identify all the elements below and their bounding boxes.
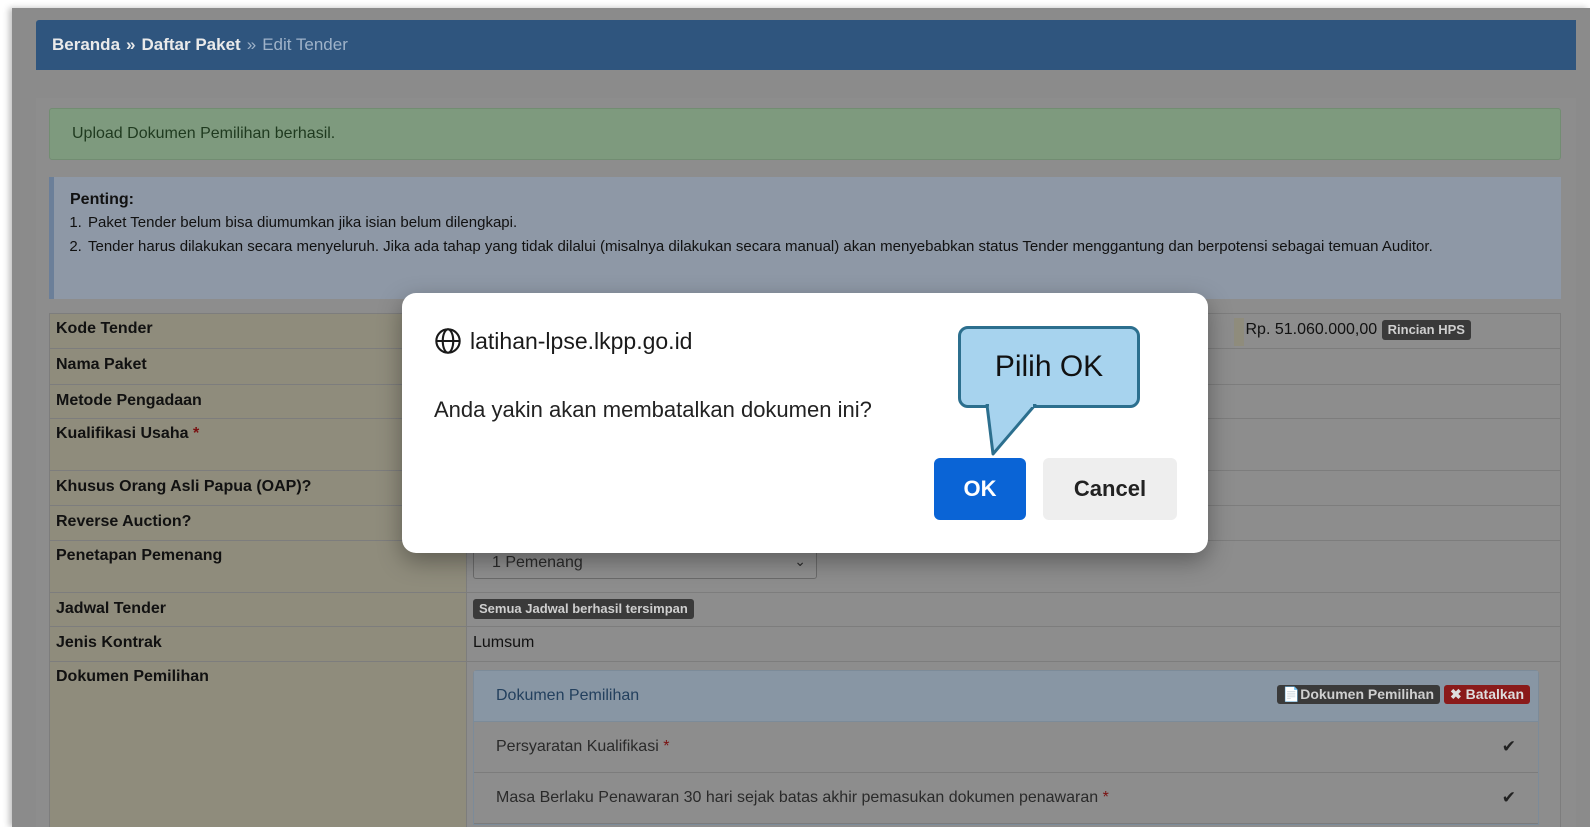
success-alert: Upload Dokumen Pemilihan berhasil.: [49, 108, 1561, 160]
label-jadwal-tender: Jadwal Tender: [49, 592, 467, 627]
panel-title: Dokumen Pemilihan: [496, 687, 640, 704]
hps-value: Rp. 51.060.000,00: [1245, 320, 1378, 338]
info-alert-title: Penting:: [70, 191, 134, 208]
panel-heading: Dokumen Pemilihan 📄Dokumen Pemilihan ✖ B…: [474, 671, 1538, 722]
batalkan-button[interactable]: ✖ Batalkan: [1444, 685, 1530, 704]
info-alert: Penting: Paket Tender belum bisa diumumk…: [49, 177, 1561, 299]
label-dokumen-pemilihan: Dokumen Pemilihan: [49, 661, 467, 827]
dokumen-pemilihan-button[interactable]: 📄Dokumen Pemilihan: [1276, 685, 1441, 704]
callout-tail: [985, 404, 1037, 456]
check-icon: ✔: [1501, 737, 1516, 756]
value-jenis-kontrak: Lumsum: [466, 626, 1561, 662]
dokumen-pemilihan-panel: Dokumen Pemilihan 📄Dokumen Pemilihan ✖ B…: [473, 670, 1539, 825]
jadwal-status-badge[interactable]: Semua Jadwal berhasil tersimpan: [473, 599, 694, 619]
label-jenis-kontrak: Jenis Kontrak: [49, 626, 467, 662]
label-penetapan-pemenang: Penetapan Pemenang: [49, 540, 467, 593]
check-icon: ✔: [1501, 788, 1516, 807]
breadcrumb: Beranda » Daftar Paket » Edit Tender: [36, 20, 1576, 70]
list-item[interactable]: Masa Berlaku Penawaran 30 hari sejak bat…: [474, 773, 1538, 824]
value-dokumen-pemilihan: Dokumen Pemilihan 📄Dokumen Pemilihan ✖ B…: [466, 661, 1561, 827]
info-alert-item: Tender harus dilakukan secara menyeluruh…: [86, 235, 1561, 259]
breadcrumb-daftar-paket[interactable]: Daftar Paket: [142, 35, 241, 55]
chevron-down-icon: ⌄: [794, 553, 806, 569]
cancel-button[interactable]: Cancel: [1043, 458, 1177, 520]
list-item[interactable]: Persyaratan Kualifikasi * ✔: [474, 722, 1538, 773]
penetapan-pemenang-selected: 1 Pemenang: [492, 554, 583, 571]
info-alert-item: Paket Tender belum bisa diumumkan jika i…: [86, 211, 1561, 235]
value-jadwal-tender: Semua Jadwal berhasil tersimpan: [466, 592, 1561, 627]
callout-annotation: Pilih OK: [958, 326, 1140, 408]
ok-button[interactable]: OK: [934, 458, 1026, 520]
info-alert-list: Paket Tender belum bisa diumumkan jika i…: [70, 211, 1561, 259]
breadcrumb-home[interactable]: Beranda: [52, 35, 120, 55]
globe-icon: [435, 328, 461, 354]
dialog-origin-text: latihan-lpse.lkpp.go.id: [470, 327, 693, 354]
dialog-message: Anda yakin akan membatalkan dokumen ini?: [434, 397, 872, 422]
success-alert-text: Upload Dokumen Pemilihan berhasil.: [72, 125, 336, 142]
rincian-hps-button[interactable]: Rincian HPS: [1381, 319, 1471, 340]
file-icon: 📄: [1282, 686, 1301, 702]
breadcrumb-current: Edit Tender: [262, 35, 348, 54]
breadcrumb-separator: »: [126, 35, 136, 54]
close-icon: ✖: [1450, 686, 1466, 702]
breadcrumb-separator: »: [246, 35, 257, 54]
dialog-origin: latihan-lpse.lkpp.go.id: [434, 327, 692, 355]
callout-text: Pilih OK: [994, 350, 1104, 383]
